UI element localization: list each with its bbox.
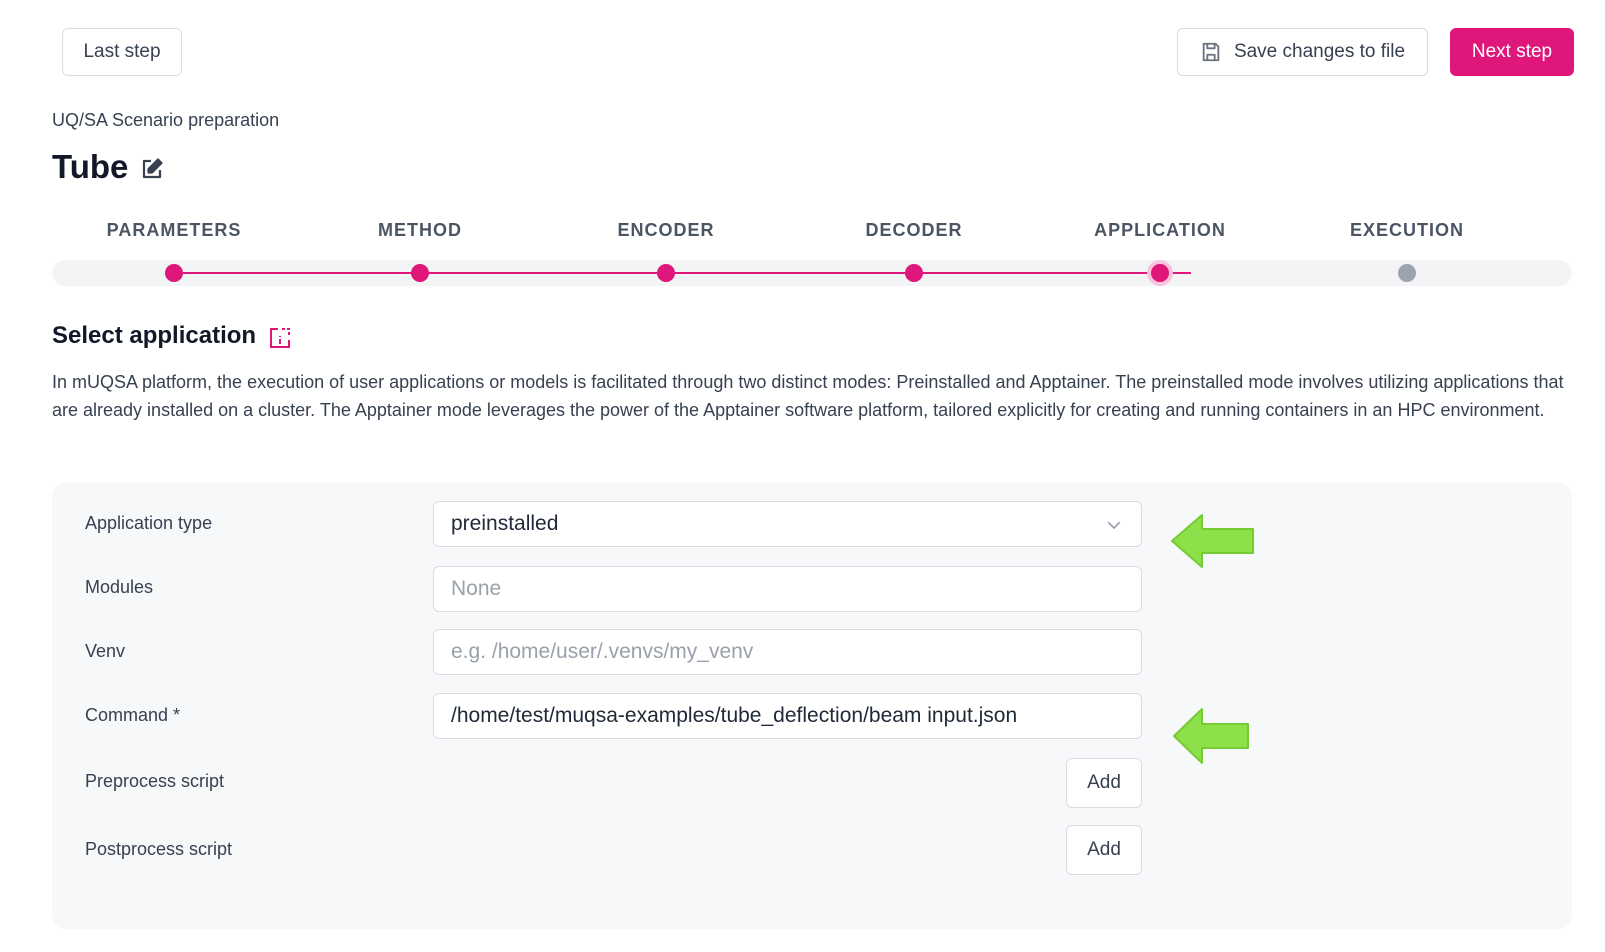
step-dot-done (905, 264, 923, 282)
add-postprocess-script-button[interactable]: Add (1066, 825, 1142, 875)
annotation-arrow-icon (1172, 706, 1250, 771)
save-changes-button[interactable]: Save changes to file (1177, 28, 1428, 76)
add-preprocess-script-button[interactable]: Add (1066, 758, 1142, 808)
title-row: Tube (52, 148, 164, 186)
edit-icon[interactable] (140, 157, 164, 181)
info-icon[interactable] (268, 326, 292, 350)
application-type-select[interactable]: preinstalled (433, 501, 1142, 547)
step-label: PARAMETERS (106, 220, 242, 240)
chevron-down-icon (1105, 516, 1123, 540)
next-step-button[interactable]: Next step (1450, 28, 1574, 76)
application-type-value: preinstalled (451, 512, 559, 535)
step-dot-current (1151, 264, 1169, 282)
step-dot-done (657, 264, 675, 282)
step-decoder[interactable]: DECODER (804, 220, 1024, 282)
last-step-button[interactable]: Last step (62, 28, 182, 76)
step-label: ENCODER (617, 220, 715, 240)
section-description: In mUQSA platform, the execution of user… (52, 372, 1564, 420)
command-label: Command * (85, 705, 181, 725)
step-method[interactable]: METHOD (310, 220, 530, 282)
venv-label: Venv (85, 641, 126, 661)
step-label: EXECUTION (1349, 220, 1464, 240)
step-dot-done (165, 264, 183, 282)
step-progress: PARAMETERS METHOD ENCODER DECODER APPLIC… (52, 220, 1572, 290)
application-form-panel: Application type preinstalled Modules No… (52, 483, 1572, 929)
section-header: Select application (52, 322, 292, 350)
page-subtitle: UQ/SA Scenario preparation (52, 110, 280, 130)
save-changes-label: Save changes to file (1233, 41, 1406, 62)
step-dot-done (411, 264, 429, 282)
page-title: Tube (52, 148, 129, 185)
venv-input[interactable]: e.g. /home/user/.venvs/my_venv (433, 629, 1142, 675)
application-type-label: Application type (85, 513, 213, 533)
save-icon (1200, 41, 1222, 63)
modules-label: Modules (85, 577, 154, 597)
step-progress-line (179, 272, 1191, 274)
command-input[interactable]: /home/test/muqsa-examples/tube_deflectio… (433, 693, 1142, 739)
venv-placeholder: e.g. /home/user/.venvs/my_venv (451, 640, 754, 663)
step-dot-pending (1398, 264, 1416, 282)
step-label: DECODER (865, 220, 963, 240)
step-execution[interactable]: EXECUTION (1297, 220, 1517, 282)
step-parameters[interactable]: PARAMETERS (64, 220, 284, 282)
modules-placeholder: None (451, 577, 502, 600)
command-value: /home/test/muqsa-examples/tube_deflectio… (451, 704, 1018, 727)
section-title: Select application (52, 322, 257, 349)
annotation-arrow-icon (1170, 512, 1255, 575)
modules-input[interactable]: None (433, 566, 1142, 612)
postprocess-script-label: Postprocess script (85, 839, 233, 859)
step-label: METHOD (378, 220, 462, 240)
step-encoder[interactable]: ENCODER (556, 220, 776, 282)
step-label: APPLICATION (1094, 220, 1226, 240)
step-application[interactable]: APPLICATION (1050, 220, 1270, 282)
preprocess-script-label: Preprocess script (85, 771, 225, 791)
